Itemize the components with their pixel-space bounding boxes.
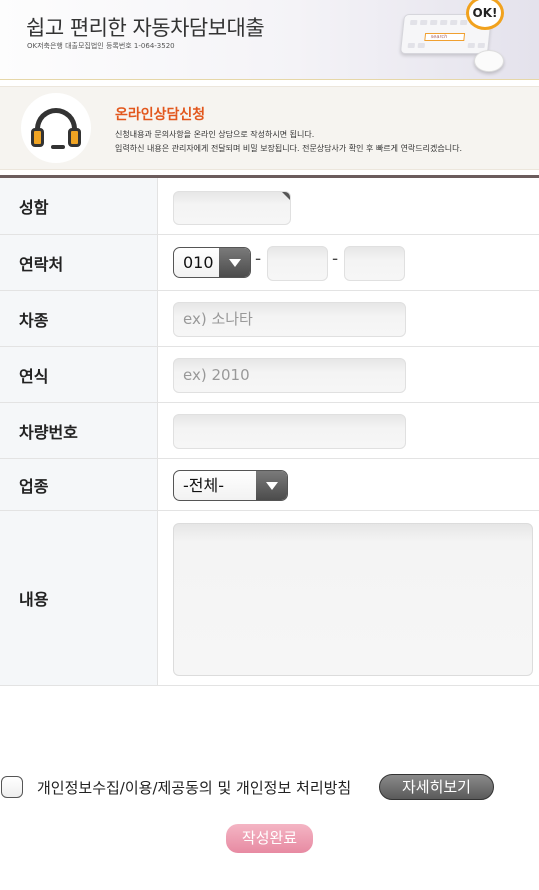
consult-form: 성함 연락처 010 - - 차종 ex) 소나타 연식 ex) 2010 차량… (0, 178, 539, 686)
car-model-label: 차종 (19, 310, 49, 330)
consent-checkbox[interactable] (1, 776, 23, 798)
car-year-input[interactable]: ex) 2010 (173, 358, 406, 393)
business-select-value: -전체- (183, 476, 224, 495)
consult-info-box: 온라인상담신청 신청내용과 문의사항을 온라인 상담으로 작성하시면 됩니다. … (0, 86, 539, 170)
car-year-label: 연식 (19, 366, 49, 386)
form-row-content: 내용 (0, 511, 539, 686)
chevron-down-icon (219, 248, 250, 277)
business-label: 업종 (19, 476, 49, 496)
car-number-input[interactable] (173, 414, 406, 449)
content-label: 내용 (19, 590, 49, 609)
headset-icon (21, 93, 91, 163)
phone-prefix-select[interactable]: 010 (173, 247, 251, 278)
view-details-button[interactable]: 자세히보기 (379, 774, 494, 800)
form-row-car-number: 차량번호 (0, 403, 539, 459)
consult-desc-line2: 입력하신 내용은 관리자에게 전달되며 비밀 보장됩니다. 전문상담사가 확인 … (115, 144, 462, 153)
name-label: 성함 (19, 198, 49, 217)
phone-separator: - (255, 249, 262, 269)
car-model-input[interactable]: ex) 소나타 (173, 302, 406, 337)
consult-title: 온라인상담신청 (115, 107, 206, 123)
form-row-car-year: 연식 ex) 2010 (0, 347, 539, 403)
chevron-down-icon (256, 471, 287, 500)
form-row-name: 성함 (0, 178, 539, 235)
banner-title: 쉽고 편리한 자동차담보대출 (26, 16, 265, 40)
form-row-car-model: 차종 ex) 소나타 (0, 291, 539, 347)
phone-separator: - (332, 249, 339, 269)
form-row-business: 업종 -전체- (0, 459, 539, 511)
phone-prefix-value: 010 (183, 253, 214, 272)
car-number-label: 차량번호 (19, 422, 78, 442)
name-input[interactable] (173, 191, 291, 225)
form-row-phone: 연락처 010 - - (0, 235, 539, 291)
content-textarea[interactable] (173, 523, 533, 676)
phone-last-input[interactable] (344, 246, 405, 281)
banner-subtitle: OK저축은행 대출모집법인 등록번호 1-064-3520 (27, 42, 175, 50)
search-field-illustration: search (424, 33, 466, 41)
consent-row: 개인정보수집/이용/제공동의 및 개인정보 처리방침 자세히보기 (0, 772, 539, 802)
phone-label: 연락처 (19, 254, 64, 274)
consent-text: 개인정보수집/이용/제공동의 및 개인정보 처리방침 (37, 779, 352, 797)
phone-middle-input[interactable] (267, 246, 328, 281)
consult-desc-line1: 신청내용과 문의사항을 온라인 상담으로 작성하시면 됩니다. (115, 130, 315, 139)
business-select[interactable]: -전체- (173, 470, 288, 501)
top-banner: 쉽고 편리한 자동차담보대출 OK저축은행 대출모집법인 등록번호 1-064-… (0, 0, 539, 80)
submit-button[interactable]: 작성완료 (226, 824, 313, 853)
mouse-illustration (474, 50, 504, 72)
ok-badge-logo: OK! (466, 0, 504, 30)
